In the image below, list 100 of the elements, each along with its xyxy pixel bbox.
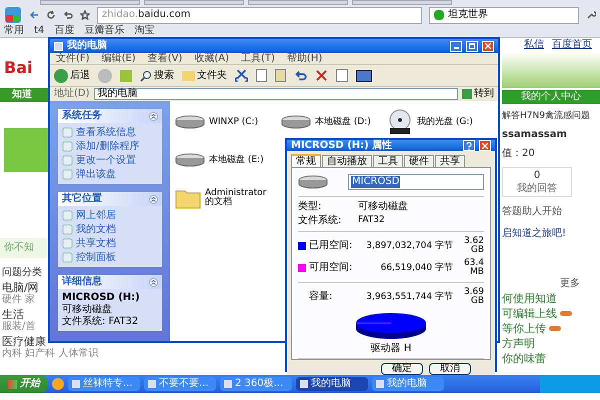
- menu-item[interactable]: 文件(F): [56, 54, 90, 64]
- close-button[interactable]: [479, 140, 491, 151]
- collapse-icon[interactable]: [149, 194, 158, 204]
- undo-icon[interactable]: [294, 69, 307, 82]
- drive-label[interactable]: Administrator 的文档: [205, 189, 273, 207]
- dialog-button[interactable]: 取消: [429, 363, 471, 375]
- feature-link[interactable]: 何使用知道: [502, 293, 557, 304]
- question-mark-icon: [466, 142, 472, 150]
- type-value: 可移动磁盘: [358, 202, 409, 212]
- quick-launch-icon[interactable]: [52, 378, 64, 390]
- bookmark-link[interactable]: 淘宝: [134, 26, 154, 36]
- category-tags: 硬件 家: [2, 295, 36, 305]
- wrench-icon[interactable]: [586, 10, 596, 20]
- feature-link[interactable]: 你的味蕾: [502, 353, 546, 364]
- task-link[interactable]: 弹出该盘: [76, 170, 116, 180]
- search-value: 坦克世界: [448, 10, 488, 20]
- task-link[interactable]: 查看系统信息: [76, 128, 136, 138]
- notice-text: 解答H7N9禽流感问题: [502, 112, 591, 121]
- drive-label[interactable]: 本地磁盘 (D:): [315, 118, 383, 126]
- close-button[interactable]: [482, 40, 494, 52]
- close-icon: [482, 142, 488, 148]
- disk-usage-pie-drawing: [355, 312, 427, 340]
- space-bytes: 3,897,032,704 字节: [365, 242, 453, 250]
- search-button[interactable]: 搜索: [140, 70, 174, 82]
- capacity-bytes: 3,963,551,744 字节: [365, 292, 453, 302]
- collapse-icon[interactable]: [149, 278, 158, 286]
- bookmark-link[interactable]: t4: [34, 26, 44, 36]
- url-text: zhidao.baidu.com: [102, 10, 190, 20]
- dialog-tab[interactable]: 自动播放: [322, 155, 372, 167]
- window-title: 我的电脑: [67, 41, 108, 51]
- back-button[interactable]: 后退: [54, 68, 90, 82]
- task-link[interactable]: 共享文档: [76, 238, 116, 248]
- answer-count: 0: [534, 170, 540, 180]
- menu-item[interactable]: 编辑(E): [102, 54, 136, 64]
- system-tray: [540, 375, 600, 393]
- bookmark-link[interactable]: 百度: [54, 26, 74, 36]
- promo-text: 你不知: [4, 243, 34, 253]
- site-logo: Bai: [4, 60, 34, 76]
- collapse-icon[interactable]: [149, 112, 158, 120]
- task-link[interactable]: 更改一个设置: [76, 156, 136, 166]
- dialog-tab[interactable]: 硬件: [404, 155, 434, 167]
- task-link[interactable]: 控制面板: [76, 252, 116, 262]
- address-field[interactable]: zhidao.baidu.com: [97, 6, 422, 24]
- task-link[interactable]: 我的文档: [76, 224, 116, 234]
- minimize-button[interactable]: [450, 40, 462, 52]
- space-label: 可用空间:: [309, 263, 354, 273]
- back-icon[interactable]: [29, 10, 39, 20]
- capacity-label: 容量:: [308, 292, 334, 302]
- tip-text: 答题助人开始: [502, 207, 563, 217]
- dialog-button[interactable]: 确定: [381, 363, 423, 375]
- drive-type: 可移动磁盘: [62, 305, 113, 315]
- undo-icon[interactable]: [63, 10, 73, 20]
- nav-tab[interactable]: 知道: [12, 90, 32, 100]
- drive-label[interactable]: 本地磁盘 (E:): [209, 156, 277, 164]
- help-button[interactable]: [463, 140, 475, 151]
- bookmark-link[interactable]: 豆瓣音乐: [84, 26, 124, 36]
- file-system: 文件系统: FAT32: [62, 317, 140, 327]
- drive-label[interactable]: 我的光盘 (G:): [417, 118, 485, 126]
- name-field[interactable]: MICROSD: [348, 174, 484, 190]
- dialog-tab[interactable]: 工具: [373, 155, 403, 167]
- answer-label: 我的回答: [517, 184, 557, 194]
- category-link[interactable]: 电脑/网: [2, 282, 48, 293]
- hard-drive-icon: [175, 115, 205, 129]
- task-link[interactable]: 添加/删除程序: [76, 142, 140, 152]
- folders-button[interactable]: 文件夹: [182, 70, 227, 80]
- reload-icon[interactable]: [46, 10, 56, 20]
- menu-item[interactable]: 收藏(A): [194, 54, 229, 64]
- cd-drive-icon: [387, 109, 413, 135]
- maximize-button[interactable]: [466, 40, 478, 52]
- menu-item[interactable]: 帮助(H): [286, 54, 322, 64]
- profile-button[interactable]: 我的个人中心: [502, 90, 600, 104]
- feature-link[interactable]: 等你上传: [502, 323, 546, 334]
- menu-item[interactable]: 工具(T): [241, 54, 275, 64]
- space-size: 3.62 GB: [462, 237, 484, 255]
- bookmark-link[interactable]: 常用: [4, 26, 24, 36]
- menu-item[interactable]: 查看(V): [148, 54, 182, 64]
- browser-logo-icon: [4, 6, 22, 24]
- close-icon: [485, 43, 491, 49]
- task-link[interactable]: 网上邻居: [76, 210, 116, 220]
- category-link[interactable]: 医疗健康: [2, 336, 48, 347]
- drive-label[interactable]: WINXP (C:): [209, 118, 277, 126]
- star-icon[interactable]: [80, 10, 90, 20]
- scissors-icon[interactable]: [235, 69, 248, 82]
- address-field[interactable]: 我的电脑: [94, 88, 458, 100]
- go-button[interactable]: 转到: [462, 89, 494, 99]
- tip-link[interactable]: 启知道之旅吧!: [502, 229, 600, 239]
- start-button[interactable]: 开始: [0, 375, 48, 393]
- dialog-tab[interactable]: 常规: [291, 154, 321, 167]
- more-link[interactable]: 更多: [560, 279, 600, 289]
- header-link[interactable]: 百度首页: [552, 40, 592, 50]
- delete-icon[interactable]: [315, 69, 328, 82]
- hard-drive-icon: [175, 153, 205, 167]
- feature-link[interactable]: 方声明: [502, 338, 535, 349]
- dialog-tab[interactable]: 共享: [435, 155, 465, 167]
- search-field[interactable]: 坦克世界: [429, 6, 579, 24]
- promo-banner-drawing: [4, 128, 48, 172]
- feature-link[interactable]: 可编辑上线: [502, 308, 557, 319]
- header-link[interactable]: 私信: [524, 40, 544, 50]
- category-link[interactable]: 生活: [2, 309, 48, 320]
- taskbar-button[interactable]: 我的电脑: [296, 377, 368, 391]
